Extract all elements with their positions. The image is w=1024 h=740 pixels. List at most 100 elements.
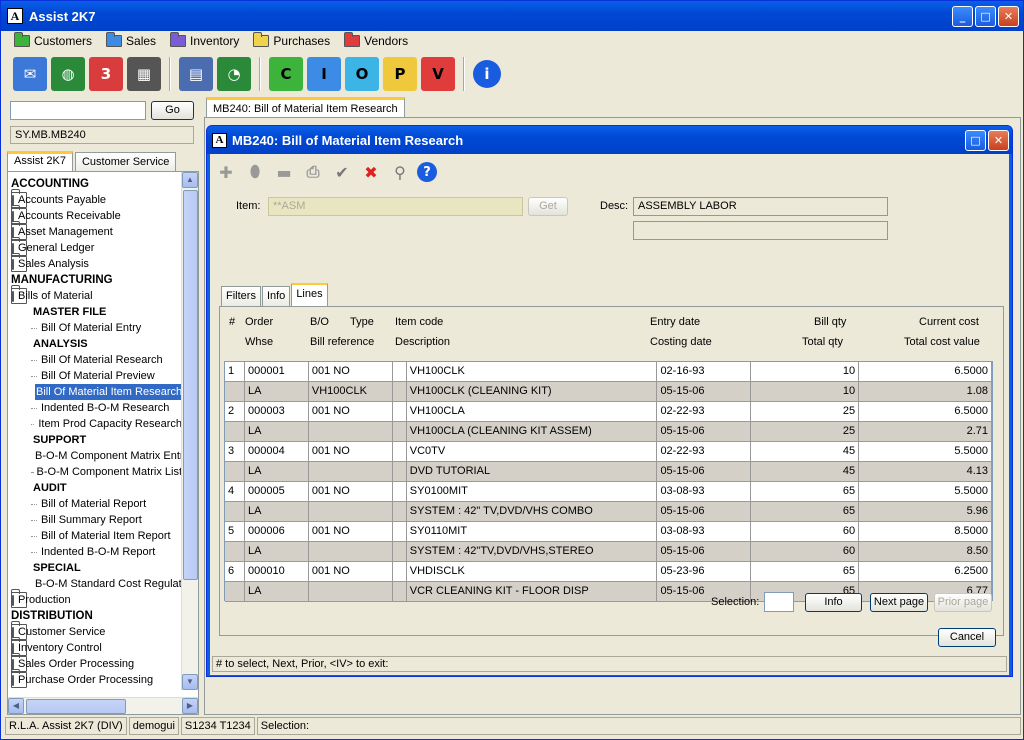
- menu-purchases[interactable]: Purchases: [248, 32, 335, 48]
- tree-item[interactable]: Bills of Material: [11, 285, 93, 304]
- hscroll-thumb[interactable]: [26, 699, 126, 714]
- mail-icon[interactable]: ✉: [13, 57, 47, 91]
- info-icon[interactable]: i: [473, 60, 501, 88]
- info-button[interactable]: Info: [805, 593, 862, 612]
- table-row-detail[interactable]: LA SYSTEM : 42" TV,DVD/VHS COMBO 05-15-06 6…: [225, 502, 992, 522]
- chart-icon[interactable]: ◔: [217, 57, 251, 91]
- tree-item[interactable]: Bill Of Material Entry: [11, 320, 182, 336]
- grid-cell: [393, 522, 407, 541]
- menu-vendors[interactable]: Vendors: [339, 32, 413, 48]
- tree-item[interactable]: Bill Summary Report: [11, 512, 182, 528]
- table-row[interactable]: 2 000003 001 NO VH100CLA 02-22-93 25 6.5000: [225, 402, 992, 422]
- table-row[interactable]: 6 000010 001 NO VHDISCLK 05-23-96 65 6.2500: [225, 562, 992, 582]
- tree-item[interactable]: Production: [11, 589, 71, 608]
- tree-item[interactable]: Bill of Material Item Report: [11, 528, 182, 544]
- grid-cell: DVD TUTORIAL: [407, 462, 658, 481]
- grid-cell: 05-15-06: [657, 382, 752, 401]
- prior-page-button[interactable]: Prior page: [934, 593, 992, 612]
- menu-customers[interactable]: Customers: [9, 32, 97, 48]
- table-row-detail[interactable]: LA VH100CLK VH100CLK (CLEANING KIT) 05-15-0…: [225, 382, 992, 402]
- tab-assist-2k7[interactable]: Assist 2K7: [7, 151, 73, 171]
- tab-lines[interactable]: Lines: [291, 283, 328, 306]
- scroll-left-icon[interactable]: ◀: [8, 698, 24, 714]
- tab-customer-service[interactable]: Customer Service: [74, 152, 177, 172]
- tree-item[interactable]: Indented B-O-M Research: [11, 400, 182, 416]
- col-description: Description: [395, 336, 451, 348]
- dialog-title-bar[interactable]: A MB240: Bill of Material Item Research …: [207, 126, 1012, 154]
- calculator-icon[interactable]: ▦: [127, 57, 161, 91]
- folder-icon: [12, 242, 14, 254]
- item-field[interactable]: **ASM: [268, 197, 523, 216]
- desc-label: Desc:: [600, 200, 629, 212]
- dialog-maximize-button[interactable]: □: [965, 130, 986, 151]
- tab-info[interactable]: Info: [261, 286, 291, 306]
- tree-label: Bill Of Material Research: [41, 354, 163, 366]
- folder-icon: [12, 290, 14, 302]
- scroll-right-icon[interactable]: ▶: [182, 698, 198, 714]
- tree-item[interactable]: Indented B-O-M Report: [11, 544, 182, 560]
- cancel-x-icon[interactable]: ✖: [359, 160, 383, 184]
- grid-cell: VH100CLA (CLEANING KIT ASSEM): [407, 422, 658, 441]
- menu-inventory[interactable]: Inventory: [165, 32, 244, 48]
- tree-item[interactable]: Purchase Order Processing: [11, 669, 153, 688]
- tree-item[interactable]: Bill Of Material Preview: [11, 368, 182, 384]
- grid-cell: 001 NO: [309, 442, 393, 461]
- tree-label: Bill of Material Item Report: [41, 530, 171, 542]
- add-icon[interactable]: ✚: [214, 160, 238, 184]
- close-button[interactable]: ✕: [998, 6, 1019, 27]
- tree-item[interactable]: Bill of Material Report: [11, 496, 182, 512]
- table-row[interactable]: 4 000005 001 NO SY0100MIT 03-08-93 65 5.5000: [225, 482, 992, 502]
- o-folder-icon[interactable]: O: [345, 57, 379, 91]
- tree-item[interactable]: Bill Of Material Item Research: [11, 384, 182, 400]
- scroll-up-icon[interactable]: ▲: [182, 172, 198, 188]
- help-icon[interactable]: ?: [417, 162, 437, 182]
- tree-item[interactable]: Sales Analysis: [11, 253, 89, 272]
- tree-item[interactable]: Bill Of Material Research: [11, 352, 182, 368]
- search-icon[interactable]: ⚲: [388, 160, 412, 184]
- v-folder-icon[interactable]: V: [421, 57, 455, 91]
- tree-label: Asset Management: [18, 226, 113, 238]
- status-company: R.L.A. Assist 2K7 (DIV): [5, 717, 127, 735]
- get-button[interactable]: Get: [528, 197, 568, 216]
- table-row[interactable]: 1 000001 001 NO VH100CLK 02-16-93 10 6.5000: [225, 362, 992, 382]
- table-row-detail[interactable]: LA DVD TUTORIAL 05-15-06 45 4.13: [225, 462, 992, 482]
- tree-horizontal-scrollbar[interactable]: ◀ ▶: [8, 697, 198, 714]
- scroll-down-icon[interactable]: ▼: [182, 674, 198, 690]
- tree-vertical-scrollbar[interactable]: ▲ ▼: [181, 172, 198, 690]
- search-input[interactable]: [10, 101, 146, 120]
- scroll-thumb[interactable]: [183, 190, 198, 580]
- table-row-detail[interactable]: LA SYSTEM : 42"TV,DVD/VHS,STEREO 05-15-06 6…: [225, 542, 992, 562]
- table-row[interactable]: 5 000006 001 NO SY0110MIT 03-08-93 60 8.5000: [225, 522, 992, 542]
- i-folder-icon[interactable]: I: [307, 57, 341, 91]
- grid-cell: 45: [751, 442, 860, 461]
- tree-item[interactable]: B-O-M Component Matrix Entry: [11, 448, 182, 464]
- next-page-button[interactable]: Next page: [870, 593, 928, 612]
- grid-cell: 02-22-93: [657, 402, 752, 421]
- go-button[interactable]: Go: [151, 101, 194, 120]
- check-icon[interactable]: ✔: [330, 160, 354, 184]
- tree-item[interactable]: B-O-M Standard Cost Regulato: [11, 576, 182, 592]
- cancel-button[interactable]: Cancel: [938, 628, 996, 647]
- dialog-close-button[interactable]: ✕: [988, 130, 1009, 151]
- tree-label: MANUFACTURING: [11, 274, 113, 286]
- menu-sales[interactable]: Sales: [101, 32, 161, 48]
- selection-input[interactable]: [764, 592, 794, 612]
- tree-item[interactable]: B-O-M Component Matrix List: [11, 464, 182, 480]
- c-folder-icon[interactable]: C: [269, 57, 303, 91]
- minimize-button[interactable]: _: [952, 6, 973, 27]
- tab-filters[interactable]: Filters: [221, 286, 261, 306]
- table-row[interactable]: 3 000004 001 NO VC0TV 02-22-93 45 5.5000: [225, 442, 992, 462]
- grid-cell: 05-15-06: [657, 462, 752, 481]
- calendar-icon[interactable]: 3: [89, 57, 123, 91]
- print-icon[interactable]: ⎙: [301, 160, 325, 184]
- table-row-detail[interactable]: LA VH100CLA (CLEANING KIT ASSEM) 05-15-06 2…: [225, 422, 992, 442]
- delete-icon[interactable]: ▬: [272, 160, 296, 184]
- globe-icon[interactable]: ◍: [51, 57, 85, 91]
- p-folder-icon[interactable]: P: [383, 57, 417, 91]
- maximize-button[interactable]: □: [975, 6, 996, 27]
- title-bar[interactable]: A Assist 2K7 _ □ ✕: [1, 1, 1023, 31]
- document-tab[interactable]: MB240: Bill of Material Item Research: [206, 97, 405, 118]
- tree-item[interactable]: Item Prod Capacity Research: [11, 416, 182, 432]
- report-icon[interactable]: ▤: [179, 57, 213, 91]
- link-icon[interactable]: ⬮: [243, 160, 267, 184]
